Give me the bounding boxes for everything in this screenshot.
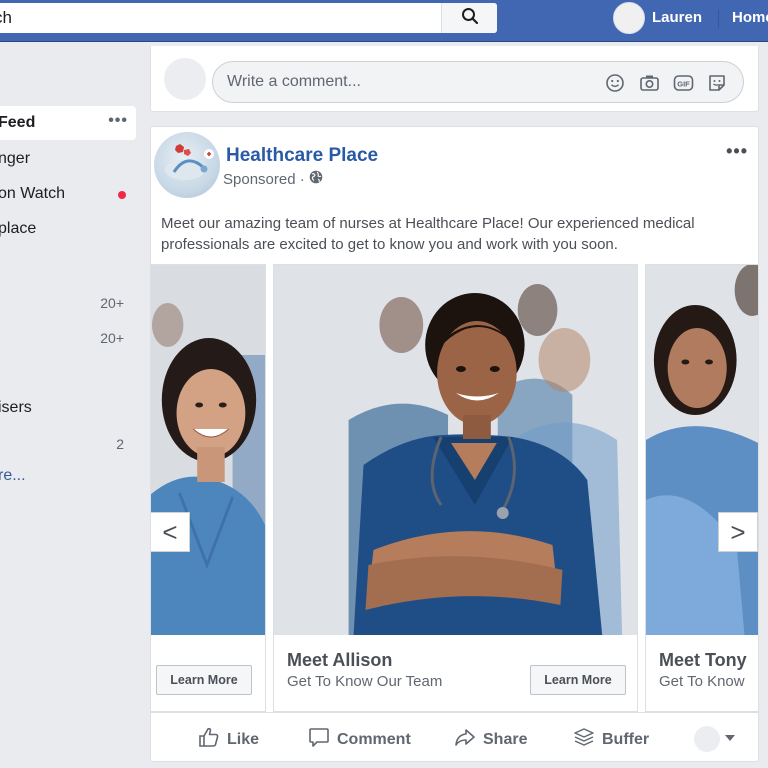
sidebar-item-count-1[interactable]: 20+ [0, 286, 136, 320]
gif-icon[interactable]: GIF [672, 72, 694, 94]
share-icon [454, 726, 476, 753]
carousel-image-2 [274, 265, 637, 635]
sidebar-item-label: nger [0, 150, 31, 167]
search-icon [461, 7, 479, 30]
comment-composer-card: GIF [150, 46, 759, 112]
see-more-link[interactable]: re... [0, 467, 26, 485]
ad-carousel: Learn More Meet Allison Get To Know Our … [151, 264, 758, 712]
sidebar-item-messenger[interactable]: nger [0, 142, 136, 176]
user-avatar[interactable] [613, 2, 645, 34]
sidebar-see-more[interactable]: re... [0, 459, 136, 493]
comment-icon [308, 726, 330, 753]
search-button[interactable] [441, 3, 497, 33]
share-label: Share [483, 730, 528, 748]
page-profile-picture[interactable] [154, 132, 220, 198]
top-navigation-bar: Lauren Home [0, 0, 768, 42]
sidebar-item-label: isers [0, 399, 32, 416]
left-sidebar: Feed ••• nger on Watch place 20+ 20+ ise… [0, 42, 140, 768]
sidebar-item-count: 20+ [100, 330, 124, 346]
carousel-prev-arrow[interactable]: < [151, 512, 190, 552]
sidebar-item-label: on Watch [0, 185, 65, 202]
sidebar-item-news-feed[interactable]: Feed ••• [0, 106, 136, 140]
topbar-divider [718, 10, 719, 28]
camera-icon[interactable] [638, 72, 660, 94]
carousel-title-2: Meet Allison [287, 650, 393, 670]
sidebar-item-count-2[interactable]: 20+ [0, 321, 136, 355]
sponsored-line: Sponsored · [223, 170, 323, 188]
carousel-image-3 [646, 265, 758, 635]
comment-button[interactable]: Comment [308, 726, 411, 753]
globe-icon [309, 170, 323, 188]
sponsored-label[interactable]: Sponsored · [223, 171, 305, 188]
sidebar-item-watch[interactable]: on Watch [0, 177, 136, 211]
buffer-button[interactable]: Buffer [573, 726, 649, 753]
carousel-next-arrow[interactable]: > [718, 512, 758, 552]
learn-more-button[interactable]: Learn More [530, 665, 626, 695]
search-bar [0, 3, 497, 33]
chevron-down-icon[interactable] [725, 735, 735, 741]
post-action-bar: Like Comment Share Buffer [151, 712, 758, 761]
buffer-icon [573, 726, 595, 753]
learn-more-button[interactable]: Learn More [156, 665, 252, 695]
comment-label: Comment [337, 730, 411, 748]
share-button[interactable]: Share [454, 726, 527, 753]
sponsored-post: Healthcare Place Sponsored · ••• Meet ou… [150, 126, 759, 762]
page-name-link[interactable]: Healthcare Place [226, 145, 378, 167]
like-label: Like [227, 730, 260, 748]
sidebar-item-label: Feed [0, 114, 36, 131]
carousel-card-1[interactable]: Learn More [151, 264, 266, 712]
thumbs-up-icon [198, 726, 220, 753]
carousel-image-1 [151, 265, 265, 635]
post-message: Meet our amazing team of nurses at Healt… [161, 215, 695, 253]
comment-input[interactable] [227, 62, 587, 102]
sidebar-item-marketplace[interactable]: place [0, 212, 136, 246]
carousel-card-2[interactable]: Meet Allison Get To Know Our Team Learn … [273, 264, 638, 712]
comment-box: GIF [212, 61, 744, 103]
carousel-card-3[interactable]: Meet Tony Get To Know [645, 264, 758, 712]
like-button[interactable]: Like [198, 726, 259, 753]
user-name-link[interactable]: Lauren [652, 9, 702, 26]
sidebar-item-count: 2 [116, 436, 124, 452]
more-options-icon[interactable]: ••• [108, 112, 128, 130]
sticker-icon[interactable] [706, 72, 728, 94]
sidebar-item-count-3[interactable]: 2 [0, 427, 136, 461]
search-input[interactable] [0, 3, 430, 33]
chevron-right-icon: > [730, 516, 746, 547]
post-options-icon[interactable]: ••• [726, 141, 748, 162]
chevron-left-icon: < [162, 516, 178, 547]
commenter-avatar [164, 58, 206, 100]
reaction-avatar[interactable] [694, 726, 720, 752]
sidebar-item-count: 20+ [100, 295, 124, 311]
emoji-icon[interactable] [604, 72, 626, 94]
notification-dot [118, 191, 126, 199]
carousel-subtitle-2: Get To Know Our Team [287, 673, 443, 690]
home-link[interactable]: Home [732, 9, 768, 26]
sidebar-item-label: place [0, 220, 37, 237]
buffer-label: Buffer [602, 730, 650, 748]
carousel-subtitle-3: Get To Know [659, 673, 745, 690]
sidebar-item-advertisers[interactable]: isers [0, 391, 136, 425]
svg-text:GIF: GIF [677, 80, 690, 89]
carousel-title-3: Meet Tony [659, 650, 747, 670]
